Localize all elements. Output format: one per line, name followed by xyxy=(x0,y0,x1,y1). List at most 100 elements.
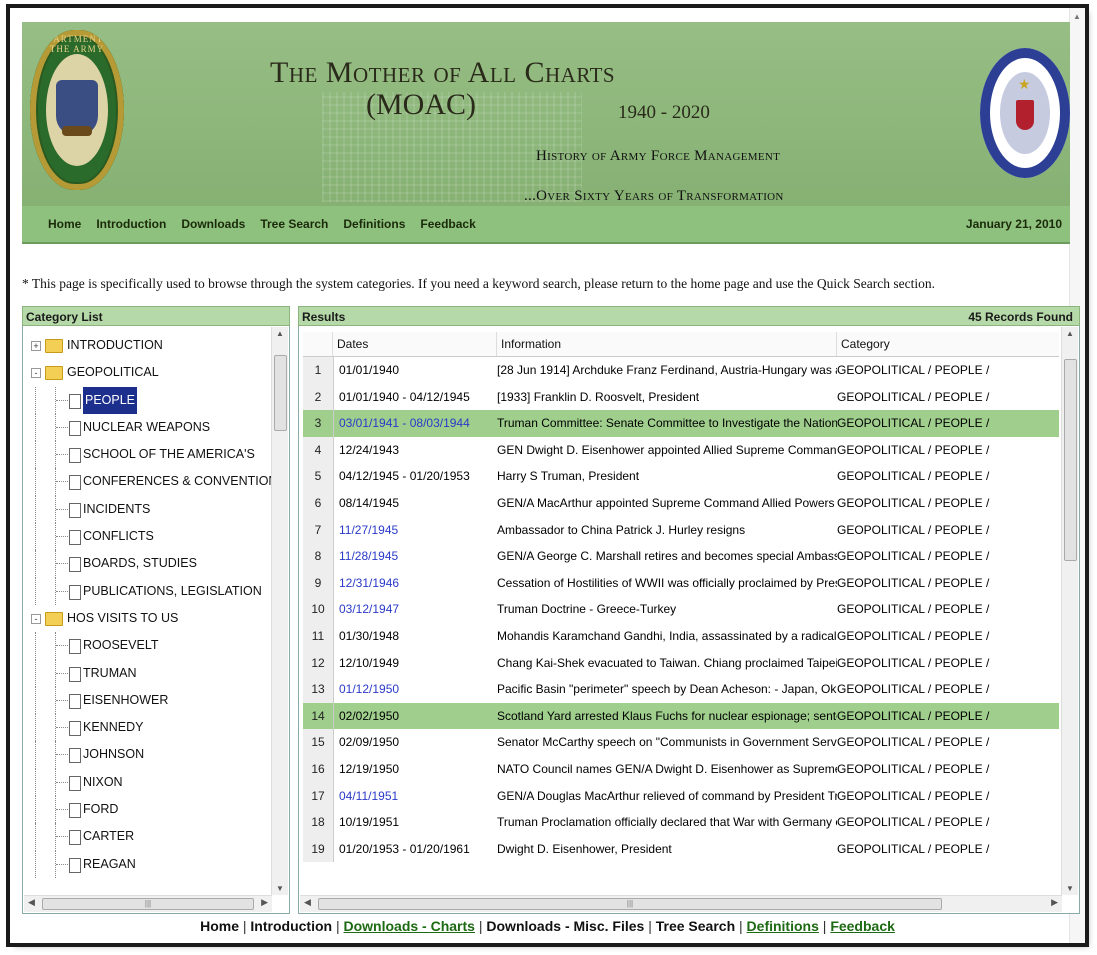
table-row[interactable]: 7 11/27/1945 Ambassador to China Patrick J… xyxy=(303,516,1059,544)
scroll-right-icon[interactable]: ▶ xyxy=(261,897,268,908)
category-label[interactable]: FORD xyxy=(83,796,118,823)
category-label[interactable]: NUCLEAR WEAPONS xyxy=(83,414,210,441)
category-item[interactable]: TRUMAN xyxy=(31,659,271,687)
column-header-information[interactable]: Information xyxy=(497,332,837,356)
table-row[interactable]: 18 10/19/1951 Truman Proclamation official… xyxy=(303,809,1059,836)
row-date[interactable]: 12/31/1946 xyxy=(339,570,489,597)
category-label[interactable]: CONFLICTS xyxy=(83,523,154,550)
category-item[interactable]: INCIDENTS xyxy=(31,495,271,524)
category-label[interactable]: HOS VISITS TO US xyxy=(67,605,178,632)
category-label[interactable]: NIXON xyxy=(83,769,123,796)
scroll-left-icon[interactable]: ◀ xyxy=(28,897,35,908)
scroll-thumb[interactable]: ||| xyxy=(42,898,254,910)
category-label[interactable]: CARTER xyxy=(83,823,134,850)
category-item[interactable]: + INTRODUCTION xyxy=(31,332,271,359)
table-row[interactable]: 9 12/31/1946 Cessation of Hostilities of W… xyxy=(303,569,1059,597)
row-date[interactable]: 03/12/1947 xyxy=(339,596,489,623)
scroll-up-icon[interactable]: ▲ xyxy=(276,329,284,338)
table-row[interactable]: 19 01/20/1953 - 01/20/1961 Dwight D. Eisen… xyxy=(303,835,1059,863)
scroll-right-icon[interactable]: ▶ xyxy=(1051,897,1058,908)
category-item[interactable]: JOHNSON xyxy=(31,741,271,769)
table-row[interactable]: 13 01/12/1950 Pacific Basin "perimeter" sp… xyxy=(303,676,1059,703)
category-item[interactable]: KENNEDY xyxy=(31,714,271,742)
category-item[interactable]: NIXON xyxy=(31,768,271,797)
scroll-up-icon[interactable]: ▲ xyxy=(1073,12,1081,21)
category-label[interactable]: PEOPLE xyxy=(83,386,138,414)
table-row[interactable]: 4 12/24/1943 GEN Dwight D. Eisenhower appo… xyxy=(303,436,1059,464)
category-label[interactable]: TRUMAN xyxy=(83,660,136,687)
category-item[interactable]: ROOSEVELT xyxy=(31,632,271,660)
table-row[interactable]: 14 02/02/1950 Scotland Yard arrested Klaus… xyxy=(303,702,1059,730)
category-item[interactable]: FORD xyxy=(31,796,271,824)
nav-downloads[interactable]: Downloads xyxy=(181,217,245,231)
category-item[interactable]: CONFERENCES & CONVENTIONS xyxy=(31,468,271,496)
scroll-thumb[interactable] xyxy=(274,355,287,431)
scroll-left-icon[interactable]: ◀ xyxy=(304,897,311,908)
table-row[interactable]: 3 03/01/1941 - 08/03/1944 Truman Committee… xyxy=(303,410,1059,437)
category-label[interactable]: INTRODUCTION xyxy=(67,332,163,359)
expand-icon[interactable]: + xyxy=(31,341,41,351)
footer-link[interactable]: Feedback xyxy=(830,918,895,934)
category-item[interactable]: CONFLICTS xyxy=(31,523,271,551)
nav-feedback[interactable]: Feedback xyxy=(420,217,475,231)
footer-link[interactable]: Definitions xyxy=(747,918,819,934)
nav-definitions[interactable]: Definitions xyxy=(343,217,405,231)
column-header-category[interactable]: Category xyxy=(837,332,1059,356)
collapse-icon[interactable]: - xyxy=(31,368,41,379)
category-item[interactable]: PUBLICATIONS, LEGISLATION xyxy=(31,577,271,605)
row-date[interactable]: 11/28/1945 xyxy=(339,543,489,570)
nav-introduction[interactable]: Introduction xyxy=(96,217,166,231)
category-item[interactable]: REAGAN xyxy=(31,850,271,878)
category-item[interactable]: EISENHOWER xyxy=(31,686,271,715)
table-row[interactable]: 16 12/19/1950 NATO Council names GEN/A Dwi… xyxy=(303,755,1059,783)
results-hscroll[interactable]: ◀ ||| ▶ xyxy=(300,895,1062,912)
category-item[interactable]: PEOPLE xyxy=(31,386,271,414)
scroll-down-icon[interactable]: ▼ xyxy=(276,884,284,893)
category-label[interactable]: ROOSEVELT xyxy=(83,632,158,659)
category-label[interactable]: PUBLICATIONS, LEGISLATION xyxy=(83,578,262,605)
table-row[interactable]: 1 01/01/1940 [28 Jun 1914] Archduke Franz … xyxy=(303,357,1059,384)
scroll-thumb[interactable] xyxy=(1064,359,1077,561)
scroll-up-icon[interactable]: ▲ xyxy=(1066,329,1074,338)
category-label[interactable]: JOHNSON xyxy=(83,741,144,768)
category-item[interactable]: BOARDS, STUDIES xyxy=(31,550,271,578)
category-label[interactable]: INCIDENTS xyxy=(83,496,150,523)
row-date[interactable]: 01/12/1950 xyxy=(339,676,489,703)
category-label[interactable]: CONFERENCES & CONVENTIONS xyxy=(83,468,271,495)
category-label[interactable]: SCHOOL OF THE AMERICA'S xyxy=(83,441,255,468)
table-row[interactable]: 5 04/12/1945 - 01/20/1953 Harry S Truman, … xyxy=(303,463,1059,490)
category-label[interactable]: KENNEDY xyxy=(83,714,143,741)
table-row[interactable]: 15 02/09/1950 Senator McCarthy speech on "… xyxy=(303,729,1059,756)
table-row[interactable]: 2 01/01/1940 - 04/12/1945 [1933] Franklin … xyxy=(303,383,1059,411)
category-item[interactable]: - HOS VISITS TO US xyxy=(31,605,271,632)
category-label[interactable]: BOARDS, STUDIES xyxy=(83,550,197,577)
category-label[interactable]: GEOPOLITICAL xyxy=(67,359,159,386)
row-date[interactable]: 04/11/1951 xyxy=(339,783,489,810)
table-row[interactable]: 17 04/11/1951 GEN/A Douglas MacArthur reli… xyxy=(303,782,1059,810)
scroll-thumb[interactable]: ||| xyxy=(318,898,942,910)
row-date[interactable]: 11/27/1945 xyxy=(339,517,489,544)
table-row[interactable]: 10 03/12/1947 Truman Doctrine - Greece-Tur… xyxy=(303,596,1059,623)
table-row[interactable]: 8 11/28/1945 GEN/A George C. Marshall reti… xyxy=(303,543,1059,570)
footer-link[interactable]: Tree Search xyxy=(656,918,735,934)
category-hscroll[interactable]: ◀ ||| ▶ xyxy=(24,895,272,912)
category-item[interactable]: SCHOOL OF THE AMERICA'S xyxy=(31,441,271,469)
table-row[interactable]: 12 12/10/1949 Chang Kai-Shek evacuated to … xyxy=(303,649,1059,677)
nav-home[interactable]: Home xyxy=(48,217,81,231)
footer-link[interactable]: Downloads - Charts xyxy=(344,918,475,934)
table-row[interactable]: 11 01/30/1948 Mohandis Karamchand Gandhi, … xyxy=(303,622,1059,650)
row-date[interactable]: 03/01/1941 - 08/03/1944 xyxy=(339,410,489,437)
nav-tree-search[interactable]: Tree Search xyxy=(260,217,328,231)
footer-link[interactable]: Downloads - Misc. Files xyxy=(486,918,644,934)
category-label[interactable]: REAGAN xyxy=(83,851,136,878)
category-item[interactable]: NUCLEAR WEAPONS xyxy=(31,413,271,442)
footer-link[interactable]: Home xyxy=(200,918,239,934)
collapse-icon[interactable]: - xyxy=(31,613,41,624)
category-item[interactable]: - GEOPOLITICAL xyxy=(31,359,271,386)
category-label[interactable]: EISENHOWER xyxy=(83,687,168,714)
category-item[interactable]: CARTER xyxy=(31,823,271,851)
scroll-down-icon[interactable]: ▼ xyxy=(1066,884,1074,893)
results-vscroll[interactable]: ▲ ▼ xyxy=(1061,327,1078,895)
footer-link[interactable]: Introduction xyxy=(250,918,332,934)
category-vscroll[interactable]: ▲ ▼ xyxy=(271,327,288,895)
